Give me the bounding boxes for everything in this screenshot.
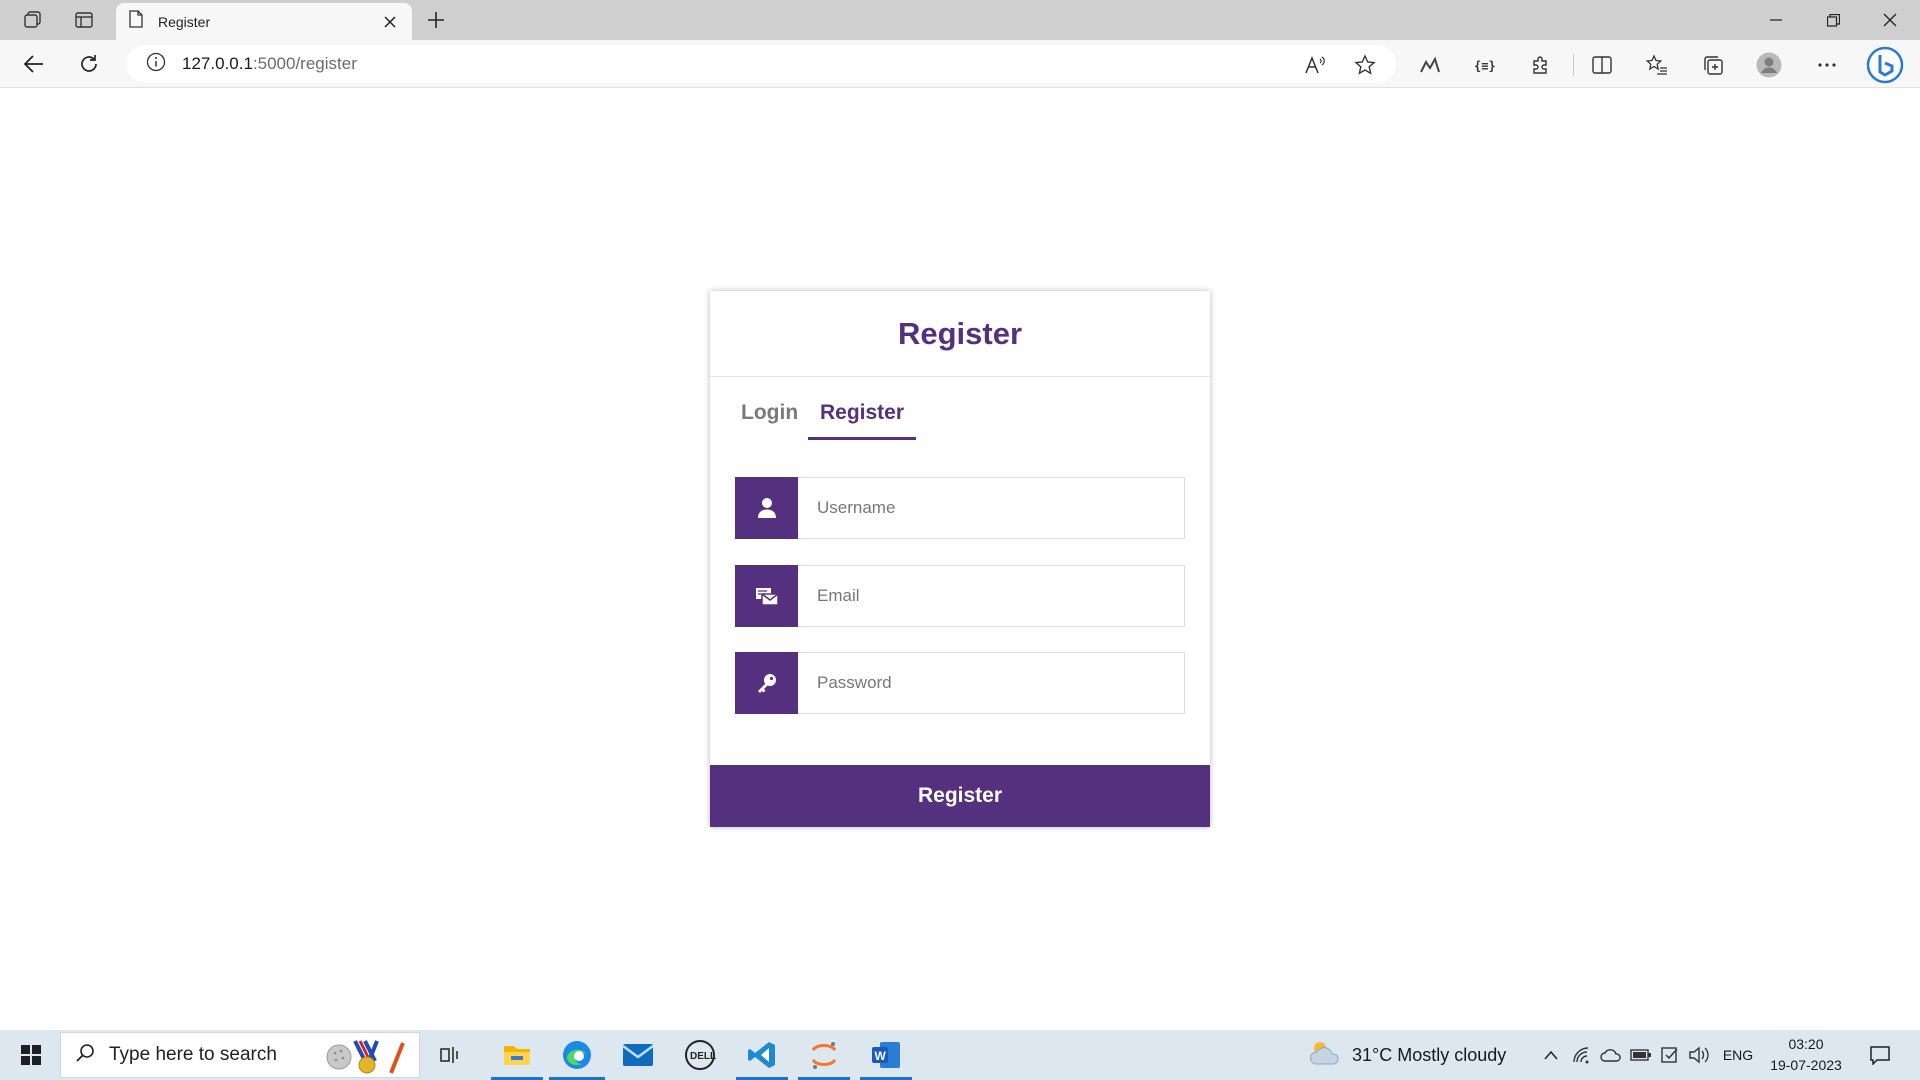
vscode-icon[interactable] [734, 1030, 790, 1080]
key-icon [735, 652, 798, 714]
browser-toolbar: 127.0.0.1:5000/register {≡} [0, 40, 1920, 88]
profile-avatar-icon[interactable] [1754, 50, 1784, 80]
volume-icon[interactable] [1686, 1030, 1712, 1080]
bing-chat-icon[interactable] [1866, 46, 1904, 84]
notifications-icon[interactable] [1862, 1030, 1898, 1080]
password-field-group [735, 652, 1185, 714]
search-highlight-icon [325, 1039, 409, 1080]
edge-browser-icon[interactable] [547, 1030, 607, 1080]
close-window-button[interactable] [1862, 0, 1918, 40]
windows-start-icon[interactable] [8, 1030, 54, 1080]
site-info-icon[interactable] [146, 52, 166, 77]
user-icon [735, 477, 798, 539]
read-aloud-icon[interactable] [1302, 52, 1328, 78]
favorite-star-icon[interactable] [1352, 52, 1378, 78]
onedrive-icon[interactable] [1598, 1030, 1624, 1080]
task-view-icon[interactable] [430, 1030, 470, 1080]
split-screen-icon[interactable] [1587, 50, 1617, 80]
system-clock[interactable]: 03:20 19-07-2023 [1764, 1034, 1848, 1076]
more-menu-icon[interactable] [1812, 50, 1842, 80]
weather-widget[interactable]: 31°C Mostly cloudy [1308, 1030, 1518, 1080]
file-explorer-icon[interactable] [489, 1030, 545, 1080]
svg-text:DELL: DELL [690, 1051, 716, 1062]
tab-title: Register [158, 13, 211, 30]
dell-app-icon[interactable]: DELL [672, 1030, 728, 1080]
svg-text:W: W [875, 1049, 887, 1063]
network-icon[interactable] [1570, 1030, 1594, 1080]
password-input[interactable] [798, 652, 1185, 714]
cloud-sun-icon [1308, 1038, 1344, 1073]
svg-text:{≡}: {≡} [1474, 59, 1496, 73]
mail-icon [735, 565, 798, 627]
security-update-icon[interactable] [1657, 1030, 1683, 1080]
url-host: 127.0.0.1 [182, 54, 253, 73]
address-bar[interactable]: 127.0.0.1:5000/register [126, 45, 1396, 83]
close-tab-icon[interactable] [380, 12, 400, 32]
card-header: Register [710, 291, 1210, 377]
windows-taskbar: Type here to search DELL W 31°C Mostly c… [0, 1030, 1920, 1080]
weather-text: 31°C Mostly cloudy [1352, 1044, 1507, 1065]
register-card: Register Login Register Register [710, 291, 1210, 827]
email-field-group [735, 565, 1185, 627]
register-submit-button[interactable]: Register [710, 765, 1210, 827]
new-tab-button[interactable] [420, 6, 452, 34]
browser-titlebar: Register [0, 0, 1920, 40]
email-input[interactable] [798, 565, 1185, 627]
tab-login[interactable]: Login [741, 401, 798, 437]
taskbar-search-box[interactable]: Type here to search [60, 1032, 420, 1078]
search-placeholder: Type here to search [109, 1044, 277, 1065]
page-title: Register [897, 315, 1023, 351]
clock-time: 03:20 [1788, 1036, 1824, 1052]
tab-register[interactable]: Register [808, 401, 917, 440]
search-icon [75, 1043, 95, 1068]
collections-icon[interactable] [1698, 50, 1728, 80]
clock-date: 19-07-2023 [1770, 1057, 1842, 1073]
extension-code-icon[interactable]: {≡} [1470, 50, 1500, 80]
restore-button[interactable] [1805, 0, 1861, 40]
workspaces-icon[interactable] [19, 7, 47, 33]
mail-app-icon[interactable] [610, 1030, 666, 1080]
back-icon[interactable] [18, 48, 50, 80]
language-indicator[interactable]: ENG [1718, 1030, 1758, 1080]
extensions-puzzle-icon[interactable] [1526, 50, 1556, 80]
toolbar-separator [1573, 54, 1574, 76]
username-field-group [735, 477, 1185, 539]
refresh-icon[interactable] [73, 48, 105, 80]
url-path: :5000/register [252, 54, 357, 73]
username-input[interactable] [798, 477, 1185, 539]
jupyter-icon[interactable] [796, 1030, 852, 1080]
word-app-icon[interactable]: W [858, 1030, 914, 1080]
auth-tabs: Login Register [710, 377, 1210, 455]
page-icon [128, 10, 144, 33]
minimize-button[interactable] [1748, 0, 1804, 40]
browser-tab-active[interactable]: Register [116, 3, 412, 40]
show-hidden-icons-icon[interactable] [1538, 1030, 1564, 1080]
tab-actions-icon[interactable] [70, 7, 98, 33]
battery-icon[interactable] [1628, 1030, 1654, 1080]
performance-icon[interactable] [1415, 50, 1445, 80]
favorites-list-icon[interactable] [1642, 50, 1672, 80]
language-text: ENG [1722, 1047, 1754, 1063]
